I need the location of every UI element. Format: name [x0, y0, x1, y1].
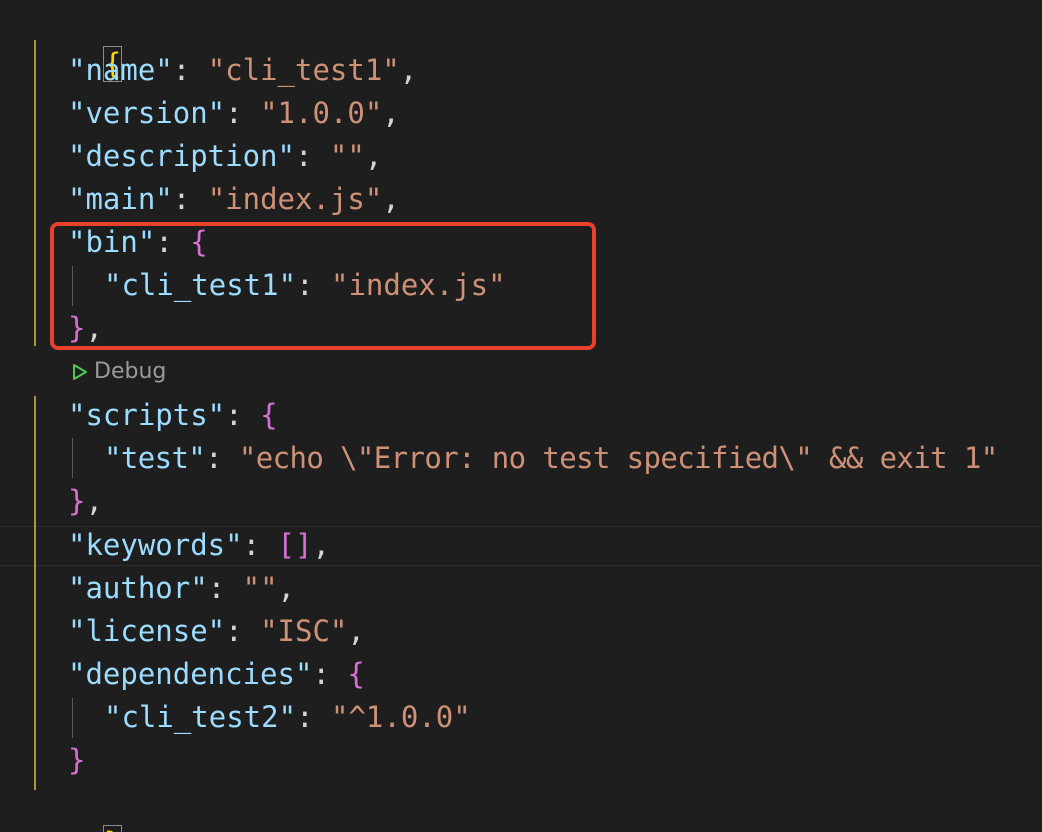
indent-guide: [72, 438, 73, 478]
indent-guide: [72, 698, 73, 738]
json-string: "index.js": [207, 182, 383, 216]
code-line[interactable]: "name": "cli_test1",: [68, 50, 417, 90]
json-key: "author": [68, 571, 208, 605]
code-line[interactable]: "cli_test2": "^1.0.0": [104, 697, 471, 737]
annotation-highlight-box: [50, 222, 596, 350]
debug-label: Debug: [94, 359, 167, 384]
debug-codelens[interactable]: Debug: [72, 356, 166, 388]
json-string: "": [329, 139, 365, 173]
indent-guide: [34, 396, 36, 790]
code-line[interactable]: "license": "ISC",: [68, 611, 365, 651]
json-string: "1.0.0": [260, 96, 383, 130]
json-key: "license": [68, 614, 226, 648]
json-key: "main": [68, 182, 173, 216]
json-key: "version": [68, 96, 226, 130]
json-key: "test": [104, 441, 206, 475]
code-line[interactable]: "version": "1.0.0",: [68, 93, 400, 133]
code-line[interactable]: {: [34, 4, 123, 82]
close-brace: }: [68, 484, 86, 518]
json-string: "echo \"Error: no test specified\" && ex…: [238, 441, 998, 475]
code-line[interactable]: "keywords": [],: [68, 525, 330, 565]
close-brace: }: [68, 743, 86, 777]
json-key: "description": [68, 139, 295, 173]
json-string: "cli_test1": [207, 53, 400, 87]
json-key: "scripts": [68, 398, 226, 432]
json-key: "dependencies": [68, 657, 313, 691]
json-array: []: [277, 528, 313, 562]
code-line[interactable]: }: [34, 783, 123, 832]
code-line[interactable]: }: [68, 740, 85, 780]
json-string: "ISC": [260, 614, 348, 648]
json-key: "keywords": [68, 528, 243, 562]
open-brace: {: [347, 657, 365, 691]
code-editor[interactable]: { "name": "cli_test1", "version": "1.0.0…: [0, 0, 1042, 832]
json-string: "": [242, 571, 278, 605]
code-line[interactable]: "dependencies": {: [68, 654, 365, 694]
play-icon: [73, 364, 87, 380]
json-string: "^1.0.0": [330, 700, 471, 734]
code-line[interactable]: "test": "echo \"Error: no test specified…: [104, 438, 998, 478]
code-line[interactable]: "description": "",: [68, 136, 382, 176]
open-brace: {: [260, 398, 278, 432]
json-key: "cli_test2": [104, 700, 297, 734]
code-line[interactable]: "author": "",: [68, 568, 295, 608]
code-line[interactable]: },: [68, 481, 103, 521]
code-line[interactable]: "scripts": {: [68, 395, 278, 435]
json-key: "name": [68, 53, 173, 87]
close-brace: }: [102, 825, 123, 832]
code-line[interactable]: "main": "index.js",: [68, 179, 400, 219]
